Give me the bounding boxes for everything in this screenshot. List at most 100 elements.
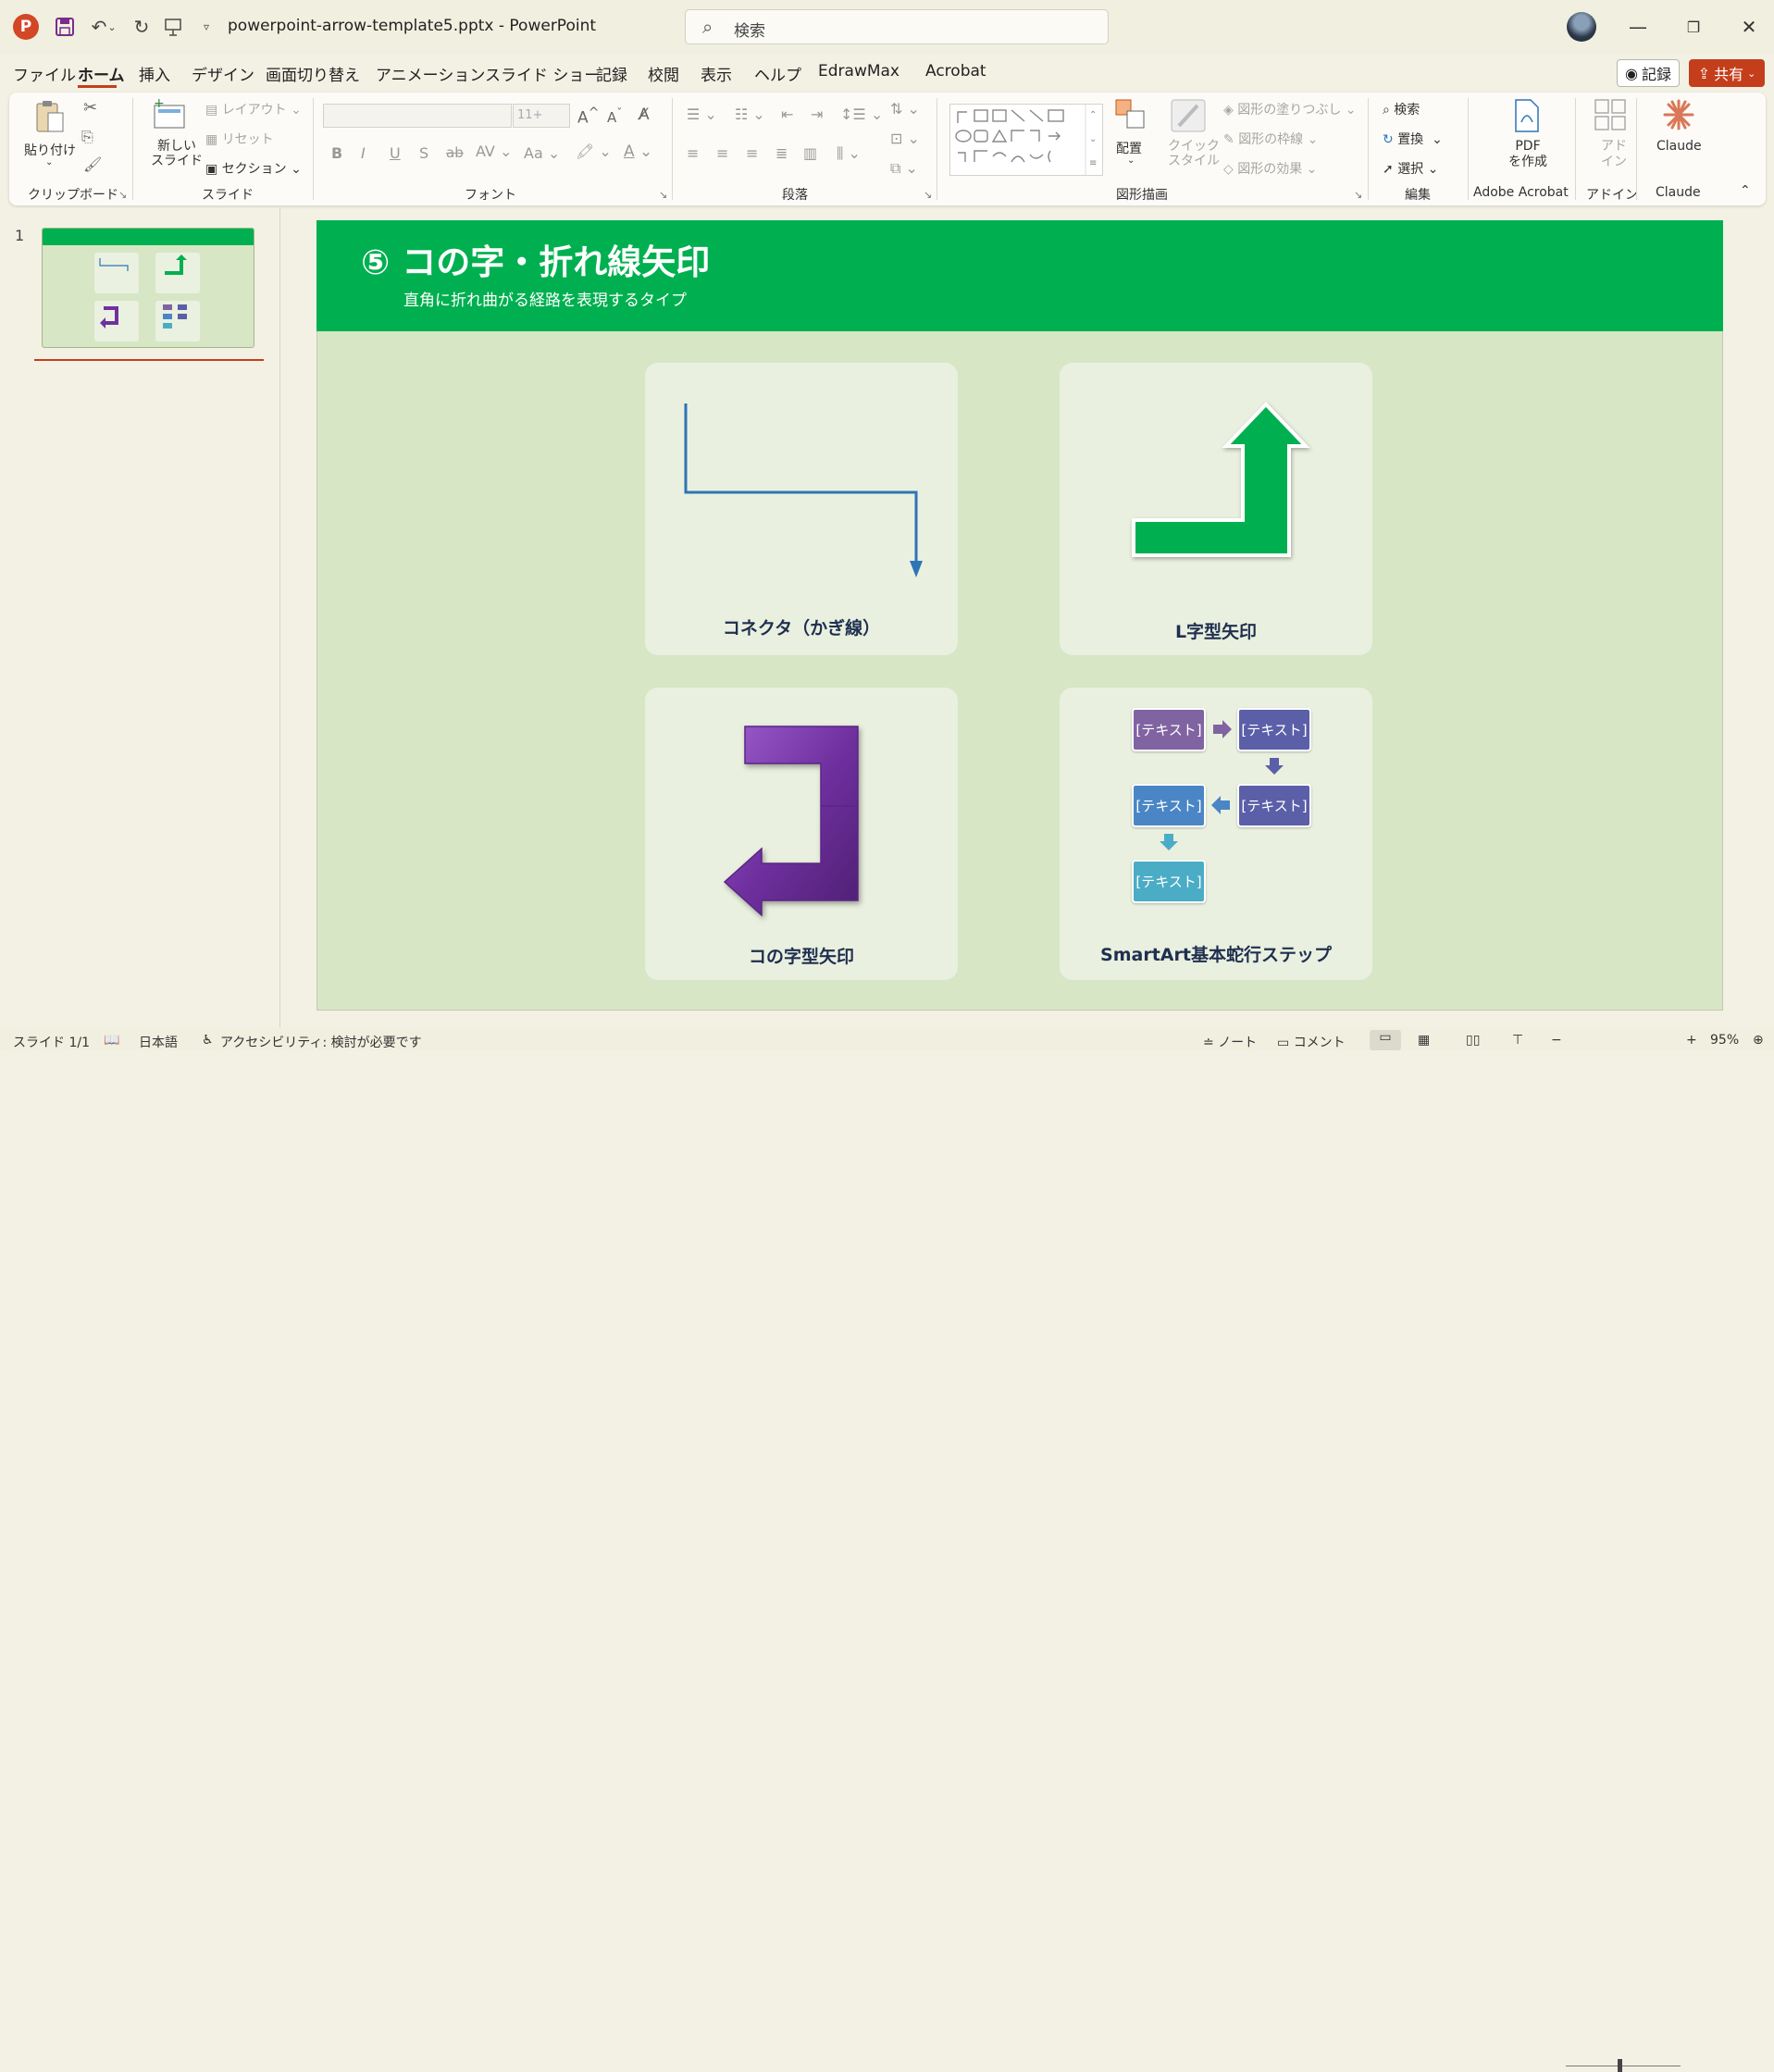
elbow-connector-shape[interactable] bbox=[645, 363, 958, 603]
slide-sorter-icon[interactable]: ▦ bbox=[1418, 1033, 1430, 1048]
columns-icon[interactable]: ⫼ ⌄ bbox=[837, 144, 861, 163]
l-arrow-shape[interactable] bbox=[1060, 363, 1372, 603]
font-size-input[interactable]: 11+ bbox=[513, 104, 570, 128]
pdf-icon[interactable] bbox=[1512, 98, 1542, 141]
bold-icon[interactable]: B bbox=[331, 144, 342, 162]
accessibility-status[interactable]: アクセシビリティ: 検討が必要です bbox=[220, 1033, 422, 1051]
paste-icon[interactable] bbox=[33, 98, 67, 143]
slide-indicator[interactable]: スライド 1/1 bbox=[13, 1033, 90, 1051]
slide-thumbnail[interactable] bbox=[42, 228, 254, 348]
normal-view-icon[interactable]: ▭ bbox=[1370, 1030, 1401, 1050]
dialog-launcher-icon[interactable]: ↘ bbox=[118, 189, 127, 201]
reset-button[interactable]: ▦ リセット bbox=[205, 130, 274, 148]
tab-transitions[interactable]: 画面切り替え bbox=[266, 62, 360, 85]
spellcheck-icon[interactable]: 📖 bbox=[104, 1033, 119, 1048]
font-color-icon[interactable]: A ⌄ bbox=[624, 143, 652, 161]
avatar[interactable] bbox=[1567, 12, 1596, 42]
align-text-icon[interactable]: ⊡ ⌄ bbox=[890, 130, 920, 147]
align-left-icon[interactable]: ≡ bbox=[687, 144, 699, 162]
dialog-launcher-icon[interactable]: ↘ bbox=[659, 189, 667, 201]
increase-indent-icon[interactable]: ⇥ bbox=[811, 105, 823, 123]
search-input[interactable]: ⌕ 検索 bbox=[685, 9, 1109, 44]
tab-animations[interactable]: アニメーション bbox=[376, 62, 485, 85]
shadow-icon[interactable]: S bbox=[419, 144, 428, 162]
tab-record[interactable]: 記録 bbox=[596, 62, 627, 85]
undo-dropdown-icon[interactable]: ⌄ bbox=[105, 13, 118, 41]
addins-icon[interactable] bbox=[1594, 98, 1627, 139]
tab-insert[interactable]: 挿入 bbox=[139, 62, 170, 85]
copy-icon[interactable]: ⎘ bbox=[81, 128, 93, 146]
find-button[interactable]: ⌕ 検索 bbox=[1383, 100, 1420, 118]
paste-dropdown-icon[interactable]: ⌄ bbox=[45, 157, 53, 167]
decrease-indent-icon[interactable]: ⇤ bbox=[781, 105, 793, 123]
quick-style-icon[interactable] bbox=[1170, 98, 1207, 141]
arrange-dropdown-icon[interactable]: ⌄ bbox=[1127, 155, 1135, 166]
zoom-slider-thumb[interactable] bbox=[1618, 2059, 1622, 2072]
notes-button[interactable]: ≐ ノート bbox=[1203, 1033, 1257, 1051]
justify-icon[interactable]: ≣ bbox=[775, 144, 788, 162]
u-arrow-shape[interactable] bbox=[645, 688, 958, 928]
save-icon[interactable] bbox=[51, 13, 79, 41]
strikethrough-icon[interactable]: ab bbox=[446, 144, 464, 161]
zoom-out-icon[interactable]: − bbox=[1551, 1033, 1562, 1048]
shape-fill-button[interactable]: ◈ 図形の塗りつぶし ⌄ bbox=[1223, 100, 1357, 118]
arrange-icon[interactable] bbox=[1114, 98, 1148, 139]
dialog-launcher-icon[interactable]: ↘ bbox=[1354, 189, 1362, 201]
tab-slideshow[interactable]: スライド ショー bbox=[485, 62, 600, 85]
highlight-icon[interactable]: 🖍 ⌄ bbox=[576, 143, 612, 160]
close-icon[interactable]: ✕ bbox=[1731, 13, 1768, 41]
arrange-label[interactable]: 配置 bbox=[1116, 139, 1142, 157]
numbering-icon[interactable]: ☷ ⌄ bbox=[735, 105, 765, 123]
tab-home[interactable]: ホーム bbox=[78, 62, 125, 85]
customize-toolbar-icon[interactable]: ▿ bbox=[192, 13, 220, 41]
shrink-font-icon[interactable]: Aˇ bbox=[607, 105, 623, 126]
tab-acrobat[interactable]: Acrobat bbox=[925, 62, 986, 81]
align-right-icon[interactable]: ≡ bbox=[746, 144, 758, 162]
bullets-icon[interactable]: ☰ ⌄ bbox=[687, 105, 717, 123]
restore-icon[interactable]: ❐ bbox=[1675, 13, 1712, 41]
line-spacing-icon[interactable]: ↕☰ ⌄ bbox=[840, 105, 883, 123]
shapes-gallery[interactable]: ⌃ ⌄ ≡ bbox=[949, 104, 1103, 176]
paste-label[interactable]: 貼り付け bbox=[24, 141, 76, 159]
tab-review[interactable]: 校閲 bbox=[648, 62, 679, 85]
slideshow-view-icon[interactable]: ⊤ bbox=[1512, 1033, 1523, 1048]
claude-label[interactable]: Claude bbox=[1656, 139, 1702, 154]
tab-edrawmax[interactable]: EdrawMax bbox=[818, 62, 899, 81]
slide-title[interactable]: ⑤ コの字・折れ線矢印 bbox=[361, 234, 710, 284]
record-button[interactable]: ◉ 記録 bbox=[1617, 59, 1680, 87]
present-icon[interactable] bbox=[159, 13, 187, 41]
smartart-convert-icon[interactable]: ⧉ ⌄ bbox=[890, 159, 918, 178]
text-direction-icon[interactable]: ⇅ ⌄ bbox=[890, 100, 920, 118]
language-indicator[interactable]: 日本語 bbox=[139, 1033, 178, 1051]
redo-icon[interactable]: ↻ bbox=[128, 13, 155, 41]
tab-file[interactable]: ファイル bbox=[13, 62, 76, 85]
clear-format-icon[interactable]: A̸ bbox=[639, 105, 650, 124]
change-case-icon[interactable]: Aa ⌄ bbox=[524, 144, 560, 162]
select-button[interactable]: ➚ 選択 ⌄ bbox=[1383, 159, 1438, 178]
fit-to-window-icon[interactable]: ⊕ bbox=[1753, 1033, 1764, 1048]
distributed-icon[interactable]: ▥ bbox=[803, 144, 817, 162]
comments-button[interactable]: ▭ コメント bbox=[1277, 1033, 1346, 1051]
font-name-input[interactable] bbox=[323, 104, 512, 128]
zoom-in-icon[interactable]: + bbox=[1686, 1033, 1697, 1048]
claude-icon[interactable] bbox=[1662, 98, 1695, 139]
quick-style-label[interactable]: クイック スタイル bbox=[1168, 139, 1220, 168]
zoom-level[interactable]: 95% bbox=[1710, 1033, 1739, 1048]
addins-label[interactable]: アド イン bbox=[1601, 139, 1627, 170]
section-button[interactable]: ▣ セクション ⌄ bbox=[205, 159, 302, 178]
shape-outline-button[interactable]: ✎ 図形の枠線 ⌄ bbox=[1223, 130, 1318, 148]
create-pdf-label[interactable]: PDF を作成 bbox=[1508, 139, 1547, 170]
share-button[interactable]: ⇪ 共有 ⌄ bbox=[1689, 59, 1765, 87]
slide-canvas[interactable] bbox=[316, 220, 1723, 1011]
cut-icon[interactable]: ✂ bbox=[83, 98, 97, 118]
align-center-icon[interactable]: ≡ bbox=[716, 144, 728, 162]
shape-effect-button[interactable]: ◇ 図形の効果 ⌄ bbox=[1223, 159, 1317, 178]
collapse-ribbon-icon[interactable]: ⌃ bbox=[1740, 183, 1751, 198]
new-slide-label[interactable]: 新しい スライド bbox=[151, 139, 203, 168]
layout-button[interactable]: ▤ レイアウト ⌄ bbox=[205, 100, 302, 118]
reading-view-icon[interactable]: ▯▯ bbox=[1466, 1033, 1480, 1048]
dialog-launcher-icon[interactable]: ↘ bbox=[924, 189, 932, 201]
underline-icon[interactable]: U bbox=[390, 144, 401, 162]
grow-font-icon[interactable]: A^ bbox=[577, 105, 600, 128]
minimize-icon[interactable]: — bbox=[1619, 13, 1656, 41]
